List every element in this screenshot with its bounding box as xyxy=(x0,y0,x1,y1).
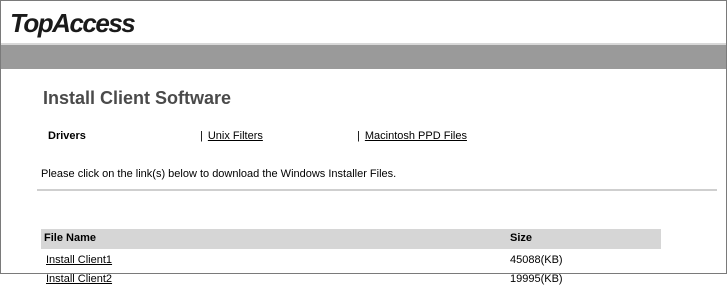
column-header-size: Size xyxy=(510,232,533,244)
tab-bar: Drivers | Unix Filters | Macintosh PPD Fil… xyxy=(1,129,726,145)
navigation-bar xyxy=(1,45,726,69)
tab-drivers[interactable]: Drivers xyxy=(48,129,86,143)
tab-macintosh-ppd-files-link[interactable]: Macintosh PPD Files xyxy=(365,130,467,142)
topaccess-logo[interactable]: TopAccess xyxy=(10,8,136,38)
tab-unix-filters-link[interactable]: Unix Filters xyxy=(208,130,263,142)
file-size: 45088(KB) xyxy=(510,254,563,266)
file-size: 19995(KB) xyxy=(510,273,563,285)
table-row: Install Client1 45088(KB) xyxy=(41,252,661,270)
column-header-file-name: File Name xyxy=(44,232,96,244)
tab-macintosh-ppd-files[interactable]: | Macintosh PPD Files xyxy=(357,129,467,143)
tab-unix-filters[interactable]: | Unix Filters xyxy=(200,129,263,143)
tab-drivers-label: Drivers xyxy=(48,130,86,142)
page-title: Install Client Software xyxy=(43,88,232,108)
file-download-link[interactable]: Install Client1 xyxy=(46,254,112,266)
header: TopAccess xyxy=(1,1,726,43)
tab-separator: | xyxy=(357,130,360,142)
page-frame: TopAccess Install Client Software Driver… xyxy=(0,0,727,285)
instruction-text: Please click on the link(s) below to dow… xyxy=(41,168,397,180)
file-download-link[interactable]: Install Client2 xyxy=(46,273,112,285)
section-divider xyxy=(37,189,717,191)
table-header: File Name Size xyxy=(41,229,661,249)
tab-separator: | xyxy=(200,130,203,142)
